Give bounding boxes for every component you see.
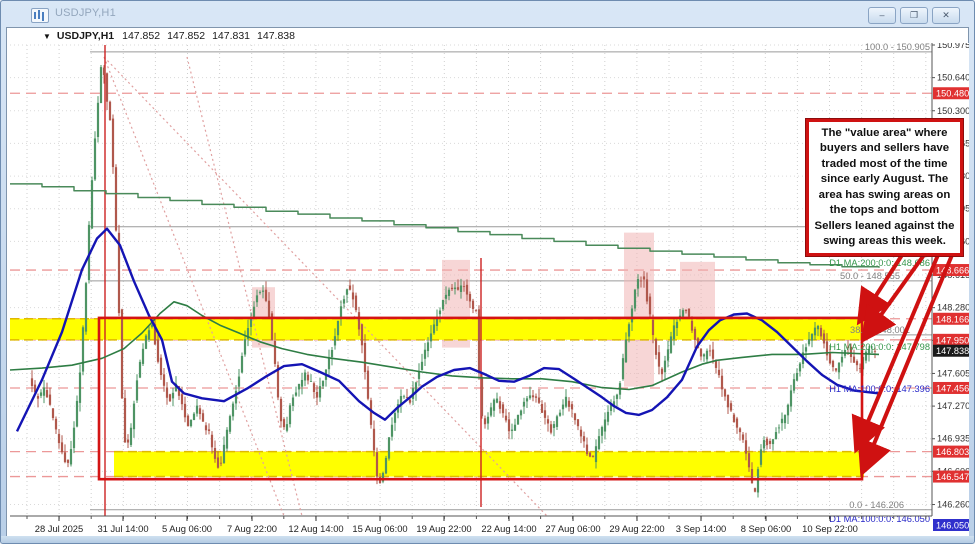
time-axis: 28 Jul 2025 31 Jul 14:00 5 Aug 06:00 7 Aug … [10,516,932,534]
chart-area: ▼ USDJPY,H1 147.852 147.852 147.831 147.838 1… [6,27,969,538]
minimize-button[interactable]: – [868,7,896,24]
svg-text:150.975: 150.975 [937,43,969,50]
svg-text:22 Aug 14:00: 22 Aug 14:00 [481,523,536,534]
window-titlebar[interactable]: USDJPY,H1 – ❐ ✕ [1,1,974,27]
price-tag-147.950: 147.950 [933,334,969,346]
svg-text:27 Aug 06:00: 27 Aug 06:00 [545,523,600,534]
svg-text:148.666: 148.666 [936,266,969,276]
svg-text:10 Sep 22:00: 10 Sep 22:00 [802,523,858,534]
price-tag-147.456: 147.456 [933,382,969,394]
svg-text:12 Aug 14:00: 12 Aug 14:00 [288,523,343,534]
svg-text:150.300: 150.300 [937,106,969,116]
close-button[interactable]: ✕ [932,7,960,24]
chart-header: ▼ USDJPY,H1 147.852 147.852 147.831 147.838 [7,28,968,43]
mt4-chart-window: USDJPY,H1 – ❐ ✕ ▼ USDJPY,H1 147.852 147.852… [0,0,975,544]
svg-text:146.935: 146.935 [937,434,969,444]
svg-text:147.950: 147.950 [936,335,969,345]
svg-text:147.456: 147.456 [936,383,969,393]
svg-text:8 Sep 06:00: 8 Sep 06:00 [741,523,792,534]
svg-text:5 Aug 06:00: 5 Aug 06:00 [162,523,212,534]
svg-text:147.270: 147.270 [937,401,969,411]
svg-text:146.803: 146.803 [936,447,969,457]
ohlc-high: 147.852 [167,30,205,42]
candlestick-chart[interactable]: 100.0 - 150.90561.8 - 149.11050.0 - 148.… [8,43,969,538]
svg-text:7 Aug 22:00: 7 Aug 22:00 [227,523,277,534]
highlight-zones [252,233,715,387]
svg-text:0.0 - 146.206: 0.0 - 146.206 [849,500,904,510]
svg-text:150.640: 150.640 [937,73,969,83]
svg-text:15 Aug 06:00: 15 Aug 06:00 [352,523,407,534]
window-title: USDJPY,H1 [55,7,116,19]
price-tag-150.480: 150.480 [933,87,969,99]
symbol-period-label: USDJPY,H1 [57,30,114,42]
swing-level-lines [10,93,932,476]
svg-text:150.480: 150.480 [936,89,969,99]
ohlc-low: 147.831 [212,30,250,42]
svg-text:3 Sep 14:00: 3 Sep 14:00 [676,523,727,534]
svg-text:31 Jul 14:00: 31 Jul 14:00 [97,523,148,534]
svg-text:146.260: 146.260 [937,500,969,510]
chart-icon [31,8,49,23]
maximize-button[interactable]: ❐ [900,7,928,24]
svg-text:28 Jul 2025: 28 Jul 2025 [35,523,83,534]
svg-text:29 Aug 22:00: 29 Aug 22:00 [609,523,664,534]
price-tag-147.838: 147.838 [933,345,969,357]
svg-text:19 Aug 22:00: 19 Aug 22:00 [416,523,471,534]
chevron-down-icon[interactable]: ▼ [43,32,51,41]
svg-text:148.280: 148.280 [937,303,969,313]
price-tag-148.166: 148.166 [933,313,969,325]
ohlc-close: 147.838 [257,30,295,42]
window-statusbar [1,536,974,543]
annotation-text-box[interactable]: The "value area" where buyers and seller… [806,119,963,256]
svg-text:38.2 - 148.001: 38.2 - 148.001 [850,325,910,335]
ohlc-open: 147.852 [122,30,160,42]
svg-text:147.838: 147.838 [936,346,969,356]
svg-text:146.050: 146.050 [936,521,969,531]
price-tag-146.050: 146.050 [933,519,969,531]
svg-text:147.605: 147.605 [937,368,969,378]
value-area-bands [10,319,864,477]
svg-text:146.547: 146.547 [936,472,969,482]
annotation-text: The "value area" where buyers and seller… [813,126,956,250]
price-tag-146.803: 146.803 [933,446,969,458]
price-tag-148.666: 148.666 [933,264,969,276]
price-tag-146.547: 146.547 [933,471,969,483]
svg-text:148.166: 148.166 [936,314,969,324]
svg-text:100.0 - 150.905: 100.0 - 150.905 [865,43,930,52]
